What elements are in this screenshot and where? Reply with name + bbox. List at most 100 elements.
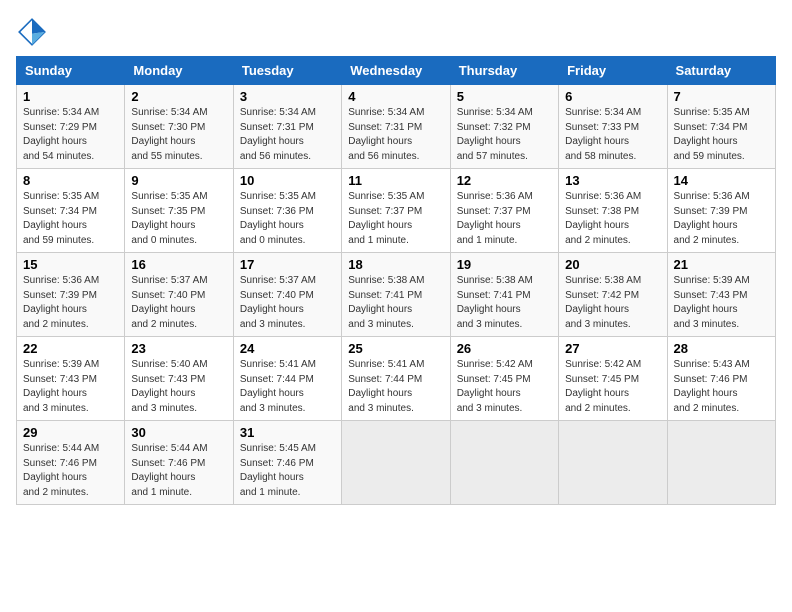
- day-number: 8: [23, 173, 118, 188]
- calendar-cell: 30Sunrise: 5:44 AMSunset: 7:46 PMDayligh…: [125, 421, 233, 505]
- day-header-monday: Monday: [125, 57, 233, 85]
- day-number: 7: [674, 89, 769, 104]
- day-number: 15: [23, 257, 118, 272]
- day-header-friday: Friday: [559, 57, 667, 85]
- calendar-cell: 27Sunrise: 5:42 AMSunset: 7:45 PMDayligh…: [559, 337, 667, 421]
- day-number: 22: [23, 341, 118, 356]
- calendar-week-row-2: 8 Sunrise: 5:35 AMSunset: 7:34 PMDaylight…: [17, 169, 776, 253]
- calendar-cell: 5 Sunrise: 5:34 AMSunset: 7:32 PMDaylight…: [450, 85, 558, 169]
- day-number: 1: [23, 89, 118, 104]
- calendar-cell: 22 Sunrise: 5:39 AMSunset: 7:43 PMDayligh…: [17, 337, 125, 421]
- day-number: 26: [457, 341, 552, 356]
- day-info: Sunrise: 5:44 AMSunset: 7:46 PMDaylight …: [23, 442, 118, 500]
- day-number: 31: [240, 425, 335, 440]
- day-number: 25: [348, 341, 443, 356]
- day-info: Sunrise: 5:39 AMSunset: 7:43 PMDaylight …: [23, 358, 118, 416]
- calendar-cell: 31 Sunrise: 5:45 AMSunset: 7:46 PMDayligh…: [233, 421, 341, 505]
- day-info: Sunrise: 5:36 AMSunset: 7:37 PMDaylight …: [457, 190, 552, 248]
- day-info: Sunrise: 5:34 AMSunset: 7:33 PMDaylight …: [565, 106, 660, 164]
- day-number: 5: [457, 89, 552, 104]
- calendar-cell: 2Sunrise: 5:34 AMSunset: 7:30 PMDaylight…: [125, 85, 233, 169]
- day-number: 10: [240, 173, 335, 188]
- day-info: Sunrise: 5:38 AMSunset: 7:41 PMDaylight …: [348, 274, 443, 332]
- day-info: Sunrise: 5:35 AMSunset: 7:34 PMDaylight …: [23, 190, 118, 248]
- calendar-cell: 17 Sunrise: 5:37 AMSunset: 7:40 PMDayligh…: [233, 253, 341, 337]
- calendar-cell: 21Sunrise: 5:39 AMSunset: 7:43 PMDayligh…: [667, 253, 775, 337]
- calendar-cell: 4 Sunrise: 5:34 AMSunset: 7:31 PMDaylight…: [342, 85, 450, 169]
- day-number: 29: [23, 425, 118, 440]
- calendar-week-row-1: 1 Sunrise: 5:34 AMSunset: 7:29 PMDaylight…: [17, 85, 776, 169]
- calendar-cell: 6 Sunrise: 5:34 AMSunset: 7:33 PMDaylight…: [559, 85, 667, 169]
- day-info: Sunrise: 5:41 AMSunset: 7:44 PMDaylight …: [240, 358, 335, 416]
- day-number: 28: [674, 341, 769, 356]
- calendar-cell: 25 Sunrise: 5:41 AMSunset: 7:44 PMDayligh…: [342, 337, 450, 421]
- calendar-week-row-4: 22 Sunrise: 5:39 AMSunset: 7:43 PMDayligh…: [17, 337, 776, 421]
- calendar-cell: 7 Sunrise: 5:35 AMSunset: 7:34 PMDaylight…: [667, 85, 775, 169]
- day-header-tuesday: Tuesday: [233, 57, 341, 85]
- calendar-cell: 10Sunrise: 5:35 AMSunset: 7:36 PMDayligh…: [233, 169, 341, 253]
- calendar-cell: 12Sunrise: 5:36 AMSunset: 7:37 PMDayligh…: [450, 169, 558, 253]
- page-header: [16, 16, 776, 48]
- day-info: Sunrise: 5:34 AMSunset: 7:31 PMDaylight …: [240, 106, 335, 164]
- day-number: 19: [457, 257, 552, 272]
- calendar-cell: 19 Sunrise: 5:38 AMSunset: 7:41 PMDayligh…: [450, 253, 558, 337]
- day-info: Sunrise: 5:38 AMSunset: 7:42 PMDaylight …: [565, 274, 660, 332]
- calendar-cell: 14 Sunrise: 5:36 AMSunset: 7:39 PMDayligh…: [667, 169, 775, 253]
- calendar-cell: 28Sunrise: 5:43 AMSunset: 7:46 PMDayligh…: [667, 337, 775, 421]
- day-header-saturday: Saturday: [667, 57, 775, 85]
- calendar-cell: 16 Sunrise: 5:37 AMSunset: 7:40 PMDayligh…: [125, 253, 233, 337]
- day-header-sunday: Sunday: [17, 57, 125, 85]
- day-info: Sunrise: 5:45 AMSunset: 7:46 PMDaylight …: [240, 442, 335, 500]
- day-info: Sunrise: 5:34 AMSunset: 7:30 PMDaylight …: [131, 106, 226, 164]
- logo-icon: [16, 16, 48, 48]
- day-number: 16: [131, 257, 226, 272]
- logo: [16, 16, 52, 48]
- day-info: Sunrise: 5:34 AMSunset: 7:31 PMDaylight …: [348, 106, 443, 164]
- day-info: Sunrise: 5:40 AMSunset: 7:43 PMDaylight …: [131, 358, 226, 416]
- day-number: 11: [348, 173, 443, 188]
- day-header-wednesday: Wednesday: [342, 57, 450, 85]
- day-number: 30: [131, 425, 226, 440]
- day-info: Sunrise: 5:41 AMSunset: 7:44 PMDaylight …: [348, 358, 443, 416]
- day-info: Sunrise: 5:34 AMSunset: 7:32 PMDaylight …: [457, 106, 552, 164]
- calendar-cell: 20 Sunrise: 5:38 AMSunset: 7:42 PMDayligh…: [559, 253, 667, 337]
- day-number: 4: [348, 89, 443, 104]
- calendar-cell: 9 Sunrise: 5:35 AMSunset: 7:35 PMDaylight…: [125, 169, 233, 253]
- day-info: Sunrise: 5:35 AMSunset: 7:34 PMDaylight …: [674, 106, 769, 164]
- calendar-cell: [450, 421, 558, 505]
- day-info: Sunrise: 5:34 AMSunset: 7:29 PMDaylight …: [23, 106, 118, 164]
- calendar-cell: 29 Sunrise: 5:44 AMSunset: 7:46 PMDayligh…: [17, 421, 125, 505]
- day-number: 14: [674, 173, 769, 188]
- calendar-header-row: SundayMondayTuesdayWednesdayThursdayFrid…: [17, 57, 776, 85]
- calendar-cell: 24 Sunrise: 5:41 AMSunset: 7:44 PMDayligh…: [233, 337, 341, 421]
- calendar-cell: [559, 421, 667, 505]
- day-info: Sunrise: 5:38 AMSunset: 7:41 PMDaylight …: [457, 274, 552, 332]
- calendar-cell: 11 Sunrise: 5:35 AMSunset: 7:37 PMDayligh…: [342, 169, 450, 253]
- day-info: Sunrise: 5:35 AMSunset: 7:35 PMDaylight …: [131, 190, 226, 248]
- day-number: 3: [240, 89, 335, 104]
- day-info: Sunrise: 5:35 AMSunset: 7:37 PMDaylight …: [348, 190, 443, 248]
- day-number: 24: [240, 341, 335, 356]
- day-number: 6: [565, 89, 660, 104]
- day-number: 23: [131, 341, 226, 356]
- calendar-cell: [342, 421, 450, 505]
- calendar-table: SundayMondayTuesdayWednesdayThursdayFrid…: [16, 56, 776, 505]
- day-info: Sunrise: 5:42 AMSunset: 7:45 PMDaylight …: [565, 358, 660, 416]
- day-info: Sunrise: 5:37 AMSunset: 7:40 PMDaylight …: [131, 274, 226, 332]
- day-number: 20: [565, 257, 660, 272]
- day-number: 13: [565, 173, 660, 188]
- calendar-cell: 15 Sunrise: 5:36 AMSunset: 7:39 PMDayligh…: [17, 253, 125, 337]
- calendar-cell: [667, 421, 775, 505]
- day-info: Sunrise: 5:36 AMSunset: 7:39 PMDaylight …: [23, 274, 118, 332]
- day-info: Sunrise: 5:36 AMSunset: 7:39 PMDaylight …: [674, 190, 769, 248]
- day-info: Sunrise: 5:36 AMSunset: 7:38 PMDaylight …: [565, 190, 660, 248]
- day-number: 17: [240, 257, 335, 272]
- calendar-cell: 8 Sunrise: 5:35 AMSunset: 7:34 PMDaylight…: [17, 169, 125, 253]
- calendar-cell: 23 Sunrise: 5:40 AMSunset: 7:43 PMDayligh…: [125, 337, 233, 421]
- day-info: Sunrise: 5:42 AMSunset: 7:45 PMDaylight …: [457, 358, 552, 416]
- calendar-week-row-3: 15 Sunrise: 5:36 AMSunset: 7:39 PMDayligh…: [17, 253, 776, 337]
- day-info: Sunrise: 5:37 AMSunset: 7:40 PMDaylight …: [240, 274, 335, 332]
- calendar-cell: 3 Sunrise: 5:34 AMSunset: 7:31 PMDaylight…: [233, 85, 341, 169]
- calendar-cell: 26 Sunrise: 5:42 AMSunset: 7:45 PMDayligh…: [450, 337, 558, 421]
- day-number: 9: [131, 173, 226, 188]
